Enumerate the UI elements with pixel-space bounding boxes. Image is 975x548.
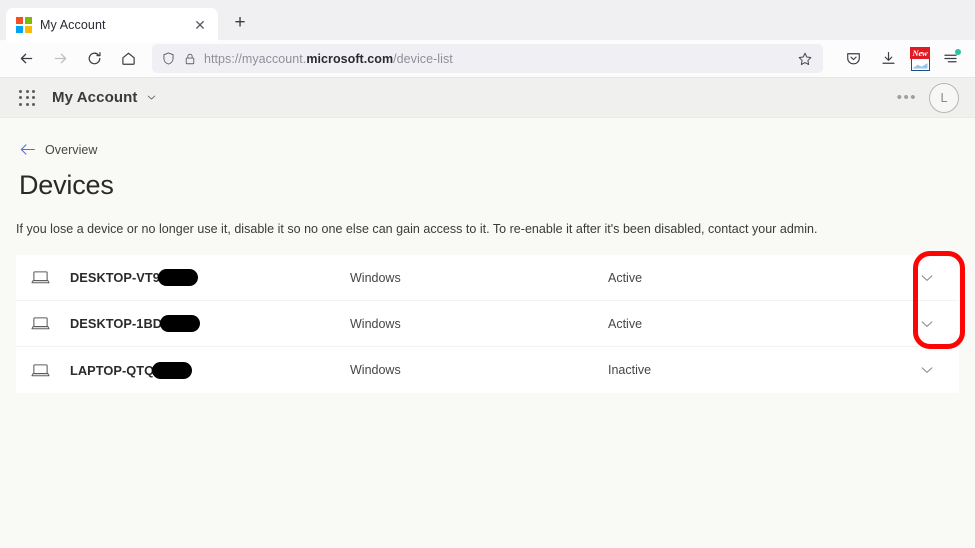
device-list: DESKTOP-VT9 Windows Active DESKTOP-1BD W… [14, 255, 961, 393]
tab-strip: My Account ✕ + [0, 0, 975, 42]
device-name: DESKTOP-1BD [70, 315, 350, 332]
extension-badge-label: New [910, 46, 930, 59]
laptop-icon [30, 315, 70, 332]
app-title: My Account [52, 89, 138, 106]
breadcrumb[interactable]: Overview [14, 118, 961, 157]
browser-toolbar: https://myaccount.microsoft.com/device-l… [0, 40, 975, 78]
redaction-blob [160, 315, 201, 332]
redaction-blob [152, 361, 193, 379]
microsoft-logo-icon [16, 17, 32, 33]
forward-arrow-icon[interactable] [44, 44, 77, 74]
address-bar[interactable]: https://myaccount.microsoft.com/device-l… [152, 44, 823, 73]
hamburger-menu-icon[interactable] [935, 45, 965, 73]
device-name-text: DESKTOP-VT9 [70, 270, 160, 285]
chevron-down-icon[interactable] [905, 269, 949, 287]
table-row[interactable]: DESKTOP-VT9 Windows Active [16, 255, 959, 301]
extension-new-badge-icon[interactable]: New [907, 46, 933, 71]
new-tab-button[interactable]: + [226, 8, 254, 36]
page-title: Devices [19, 170, 114, 200]
menu-update-dot [955, 48, 961, 55]
device-name: DESKTOP-VT9 [70, 269, 350, 286]
chevron-down-icon[interactable] [145, 91, 158, 104]
redaction-blob [157, 269, 198, 286]
tab-title: My Account [40, 18, 106, 32]
back-arrow-icon[interactable] [10, 44, 43, 74]
status-badge: Inactive [608, 363, 652, 377]
device-name-text: DESKTOP-1BD [70, 316, 163, 331]
downloads-icon[interactable] [872, 44, 905, 74]
laptop-icon [30, 362, 70, 379]
reload-icon[interactable] [78, 44, 111, 74]
status-badge: Active [608, 270, 643, 285]
page-viewport: My Account ••• L Overview Devices If you… [0, 78, 975, 548]
page-content: Overview Devices If you lose a device or… [0, 118, 975, 393]
device-os: Windows [350, 316, 401, 331]
url-prefix: https://myaccount. [204, 51, 307, 66]
padlock-icon[interactable] [183, 52, 197, 66]
device-os: Windows [350, 363, 401, 377]
laptop-icon [30, 269, 70, 286]
device-name: LAPTOP-QTQ [70, 361, 350, 379]
toolbar-right-actions: New [831, 44, 965, 74]
back-arrow-icon[interactable] [19, 142, 36, 157]
star-icon[interactable] [794, 48, 816, 70]
home-icon[interactable] [112, 44, 145, 74]
chevron-down-icon[interactable] [905, 361, 949, 379]
table-row[interactable]: LAPTOP-QTQ Windows Inactive [16, 347, 959, 393]
table-row[interactable]: DESKTOP-1BD Windows Active [16, 301, 959, 347]
breadcrumb-label[interactable]: Overview [45, 143, 98, 157]
shield-icon[interactable] [161, 51, 176, 66]
page-description: If you lose a device or no longer use it… [16, 222, 818, 236]
device-name-text: LAPTOP-QTQ [70, 362, 155, 378]
app-header: My Account ••• L [0, 78, 975, 118]
device-os: Windows [350, 270, 401, 285]
more-options-button[interactable]: ••• [885, 90, 929, 105]
browser-tab[interactable]: My Account ✕ [6, 8, 218, 42]
app-launcher-waffle-icon[interactable] [12, 83, 42, 113]
chevron-down-icon[interactable] [905, 315, 949, 333]
browser-window: My Account ✕ + https://myaccount.microso… [0, 0, 975, 548]
pocket-save-icon[interactable] [837, 44, 870, 74]
close-icon[interactable]: ✕ [190, 15, 210, 35]
url-text[interactable]: https://myaccount.microsoft.com/device-l… [204, 52, 787, 66]
url-host: microsoft.com [306, 51, 394, 66]
status-badge: Active [608, 316, 643, 331]
url-path: /device-list [393, 51, 453, 66]
avatar[interactable]: L [929, 82, 959, 113]
